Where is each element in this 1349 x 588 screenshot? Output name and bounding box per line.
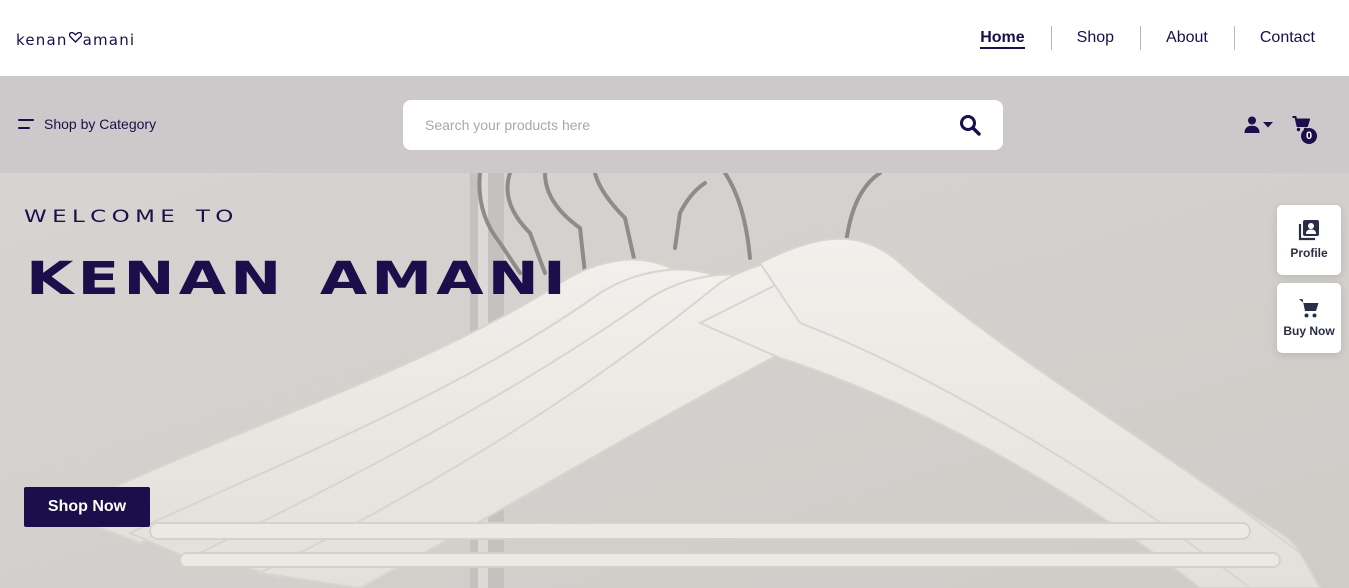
- profile-side-label: Profile: [1290, 246, 1328, 260]
- search-icon[interactable]: [959, 114, 981, 136]
- buy-now-side-button[interactable]: Buy Now: [1277, 283, 1341, 353]
- nav-home[interactable]: Home: [954, 26, 1050, 50]
- nav-home-label: Home: [980, 29, 1025, 49]
- hero-title: kenan amani: [26, 236, 570, 310]
- search-box: [403, 100, 1003, 150]
- cart-button[interactable]: 0: [1292, 116, 1318, 144]
- nav-shop-label: Shop: [1076, 29, 1115, 46]
- menu-icon: [18, 119, 34, 129]
- nav-shop[interactable]: Shop: [1050, 26, 1140, 50]
- shop-now-button[interactable]: Shop Now: [24, 487, 150, 527]
- shop-by-category-label: Shop by Category: [44, 116, 157, 132]
- buy-cart-icon: [1299, 299, 1319, 318]
- user-menu-button[interactable]: [1244, 116, 1273, 134]
- logo-text-left: kenan: [16, 31, 68, 49]
- heart-icon: [68, 32, 82, 43]
- nav-about[interactable]: About: [1140, 26, 1234, 50]
- logo[interactable]: kenan amani: [16, 26, 135, 50]
- nav-about-label: About: [1166, 29, 1208, 46]
- logo-text-right: amani: [82, 31, 136, 49]
- main-nav: Home Shop About Contact: [954, 0, 1349, 76]
- hero-welcome-text: welcome to: [24, 200, 239, 228]
- user-icon: [1244, 116, 1260, 133]
- nav-contact-label: Contact: [1259, 29, 1315, 46]
- hero-banner: welcome to kenan amani Shop Now: [0, 173, 1349, 588]
- shop-by-category-button[interactable]: Shop by Category: [18, 116, 156, 132]
- search-input[interactable]: [425, 100, 935, 150]
- caret-down-icon: [1263, 122, 1273, 128]
- profile-card-icon: [1298, 220, 1319, 241]
- buy-now-side-label: Buy Now: [1283, 324, 1335, 338]
- cart-count-badge: 0: [1301, 128, 1317, 144]
- nav-contact[interactable]: Contact: [1233, 26, 1349, 50]
- search-strip: Shop by Category 0: [0, 76, 1349, 173]
- top-nav-bar: kenan amani Home Shop About Contact: [0, 0, 1349, 76]
- profile-side-button[interactable]: Profile: [1277, 205, 1341, 275]
